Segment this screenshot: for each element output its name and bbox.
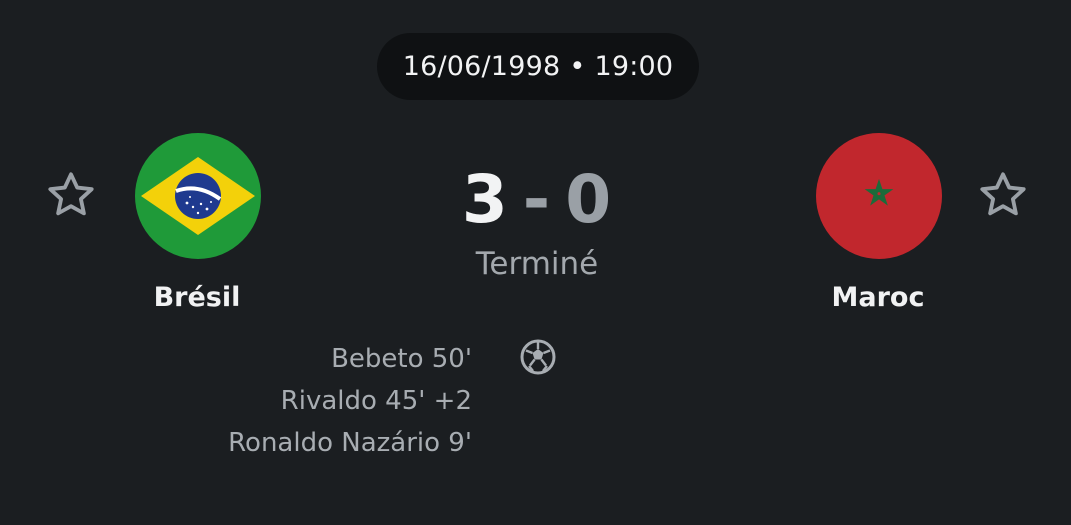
match-card: 16/06/1998 • 19:00 Brésil 3-0 Terminé Ma… <box>0 0 1071 525</box>
home-favorite-star-icon[interactable] <box>43 167 99 223</box>
goal-scorer: Bebeto 50' <box>331 344 472 374</box>
morocco-flag-icon[interactable] <box>816 133 942 259</box>
goal-scorer: Rivaldo 45' +2 <box>280 386 472 416</box>
match-datetime: 16/06/1998 • 19:00 <box>377 33 699 100</box>
match-score: 3-0 <box>380 160 694 240</box>
away-favorite-star-icon[interactable] <box>975 167 1031 223</box>
brazil-flag-icon[interactable] <box>135 133 261 259</box>
match-status: Terminé <box>475 246 599 282</box>
match-time: 19:00 <box>594 51 674 82</box>
home-team-name[interactable]: Brésil <box>97 282 297 313</box>
home-score: 3 <box>461 161 509 238</box>
away-team-name[interactable]: Maroc <box>778 282 978 313</box>
star-outline-icon <box>980 172 1026 216</box>
home-goal-scorers: Bebeto 50' Rivaldo 45' +2 Ronaldo Nazári… <box>120 338 472 464</box>
match-date: 16/06/1998 <box>402 51 561 82</box>
soccer-ball-icon <box>519 338 557 376</box>
star-outline-icon <box>48 172 94 216</box>
away-score: 0 <box>565 161 613 238</box>
goal-scorer: Ronaldo Nazário 9' <box>228 428 472 458</box>
datetime-separator: • <box>569 51 586 82</box>
score-separator: - <box>522 161 552 238</box>
